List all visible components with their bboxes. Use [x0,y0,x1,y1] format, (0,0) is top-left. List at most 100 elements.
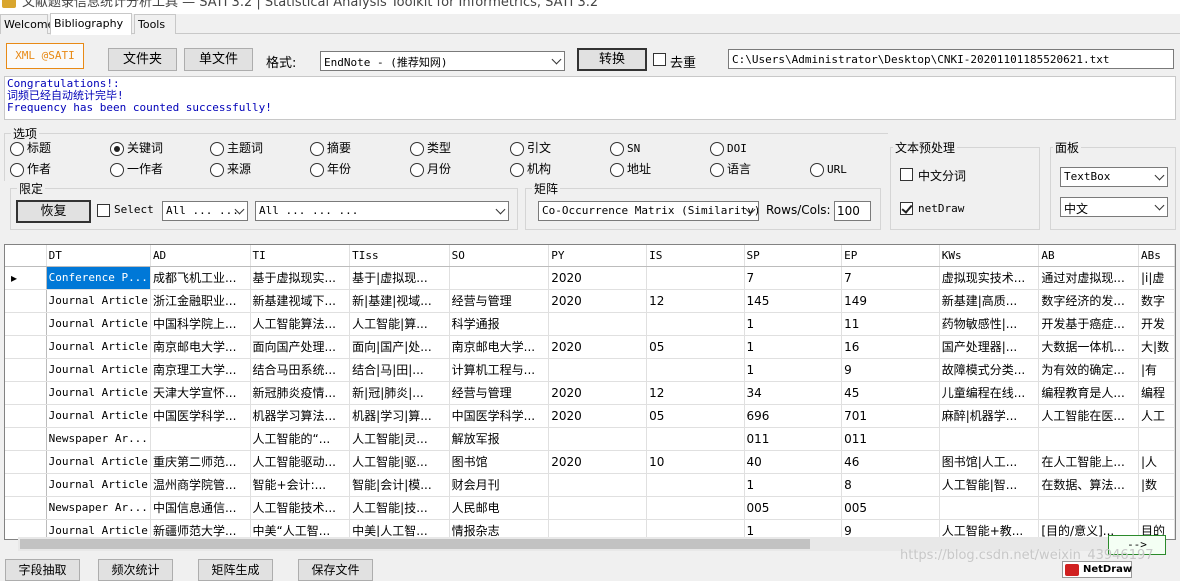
row-header[interactable] [5,358,47,382]
radio-month[interactable]: 月份 [410,162,451,178]
table-cell[interactable]: 人工智能|灵... [349,427,450,451]
row-header[interactable] [5,312,47,336]
panel-view-select[interactable]: TextBox [1060,167,1168,187]
tab-welcome[interactable]: Welcome [0,14,54,34]
radio-author[interactable]: 作者 [10,162,51,178]
row-header[interactable] [5,496,47,520]
table-cell[interactable]: Journal Article [46,335,151,359]
table-cell[interactable] [548,358,648,382]
table-cell[interactable] [646,312,745,336]
table-cell[interactable] [449,266,550,290]
row-header[interactable] [5,381,47,405]
table-cell[interactable]: 7 [841,266,940,290]
table-cell[interactable]: 人工智能算法... [250,312,351,336]
table-cell[interactable]: 人工 [1138,404,1175,428]
table-cell[interactable]: 11 [841,312,940,336]
table-cell[interactable]: 人工智能在医... [1038,404,1139,428]
table-cell[interactable]: Newspaper Ar... [46,496,151,520]
table-cell[interactable]: 故障模式分类... [939,358,1040,382]
table-cell[interactable]: 005 [841,496,940,520]
table-cell[interactable] [548,496,648,520]
netdraw-button[interactable]: NetDraw [1062,561,1132,578]
table-cell[interactable]: 虚拟现实技术... [939,266,1040,290]
table-cell[interactable] [646,266,745,290]
table-cell[interactable]: 成都飞机工业... [150,266,251,290]
table-cell[interactable]: 为有效的确定... [1038,358,1139,382]
radio-address[interactable]: 地址 [610,162,651,178]
table-cell[interactable]: 图书馆 [449,450,550,474]
row-header[interactable] [5,335,47,359]
table-cell[interactable]: |人 [1138,450,1175,474]
table-cell[interactable]: 145 [744,289,843,313]
table-cell[interactable]: Conference P... [46,266,151,290]
table-cell[interactable]: 中国医学科学... [150,404,251,428]
table-cell[interactable] [646,427,745,451]
table-cell[interactable]: 温州商学院管... [150,473,251,497]
table-row[interactable]: Journal Article 中国科学院上... 人工智能算法... 人工智能|算.… [5,312,1175,336]
table-cell[interactable]: 大数据一体机... [1038,335,1139,359]
table-cell[interactable]: 05 [646,335,745,359]
limit-value-select[interactable]: All ... ... ... [255,201,509,221]
table-cell[interactable]: 40 [744,450,843,474]
table-cell[interactable]: 696 [744,404,843,428]
table-cell[interactable]: 经营与管理 [449,381,550,405]
rows-cols-input[interactable]: 100 [834,201,871,221]
table-cell[interactable]: 在人工智能上... [1038,450,1139,474]
folder-button[interactable]: 文件夹 [108,48,177,71]
table-cell[interactable]: |i|虚 [1138,266,1175,290]
radio-first-author[interactable]: 一作者 [110,162,163,178]
radio-source[interactable]: 来源 [210,162,251,178]
row-header[interactable] [5,427,47,451]
table-cell[interactable]: 2020 [548,266,648,290]
convert-button[interactable]: 转换 [577,48,647,71]
table-cell[interactable]: 2020 [548,404,648,428]
table-cell[interactable]: 10 [646,450,745,474]
radio-year[interactable]: 年份 [310,162,351,178]
table-cell[interactable] [548,473,648,497]
table-cell[interactable]: 9 [841,358,940,382]
row-header[interactable] [5,404,47,428]
table-cell[interactable]: 34 [744,381,843,405]
table-cell[interactable]: 人工智能技术... [250,496,351,520]
table-row[interactable]: Journal Article 温州商学院管... 智能+会计:... 智能|会计|模… [5,473,1175,497]
table-cell[interactable] [1138,496,1175,520]
table-row[interactable]: Journal Article 浙江金融职业... 新基建视域下... 新|基建|视域… [5,289,1175,313]
table-cell[interactable]: 国产处理器|... [939,335,1040,359]
table-cell[interactable]: 编程 [1138,381,1175,405]
table-cell[interactable]: Journal Article [46,312,151,336]
table-cell[interactable]: 智能|会计|模... [349,473,450,497]
table-cell[interactable]: 结合马田系统... [250,358,351,382]
panel-language-select[interactable]: 中文 [1060,197,1168,217]
table-cell[interactable]: 1 [744,473,843,497]
table-cell[interactable]: 解放军报 [449,427,550,451]
table-row[interactable]: Newspaper Ar... 人工智能的“... 人工智能|灵... 解放军报 011… [5,427,1175,451]
table-cell[interactable]: 编程教育是人... [1038,381,1139,405]
table-cell[interactable]: 人工智能的“... [250,427,351,451]
radio-doi[interactable]: DOI [710,141,747,157]
column-header[interactable]: ABs [1138,245,1175,267]
radio-institution[interactable]: 机构 [510,162,551,178]
table-cell[interactable]: 46 [841,450,940,474]
limit-field-select[interactable]: All ... ... ... [162,201,248,221]
dedupe-checkbox[interactable] [653,53,666,66]
table-cell[interactable]: 结合|马|田|... [349,358,450,382]
row-header[interactable]: ▸ [5,266,47,290]
table-row[interactable]: Newspaper Ar... 中国信息通信... 人工智能技术... 人工智能|技.… [5,496,1175,520]
table-cell[interactable]: 天津大学宣怀... [150,381,251,405]
table-cell[interactable]: 数字 [1138,289,1175,313]
column-header[interactable]: DT [46,245,151,267]
netdraw-checkbox[interactable] [900,202,913,215]
table-cell[interactable]: 基于虚拟现实... [250,266,351,290]
table-cell[interactable]: Journal Article [46,289,151,313]
table-cell[interactable]: 开发 [1138,312,1175,336]
table-cell[interactable]: Newspaper Ar... [46,427,151,451]
table-cell[interactable]: 新|冠|肺炎|... [349,381,450,405]
table-cell[interactable]: 面向国产处理... [250,335,351,359]
table-cell[interactable] [939,427,1040,451]
format-select[interactable]: EndNote - (推荐知网) [320,51,565,71]
xml-sati-button[interactable]: XML @SATI [6,43,84,69]
table-cell[interactable]: 面向|国产|处... [349,335,450,359]
table-cell[interactable]: 图书馆|人工... [939,450,1040,474]
table-cell[interactable] [1038,496,1139,520]
table-cell[interactable]: 通过对虚拟现... [1038,266,1139,290]
